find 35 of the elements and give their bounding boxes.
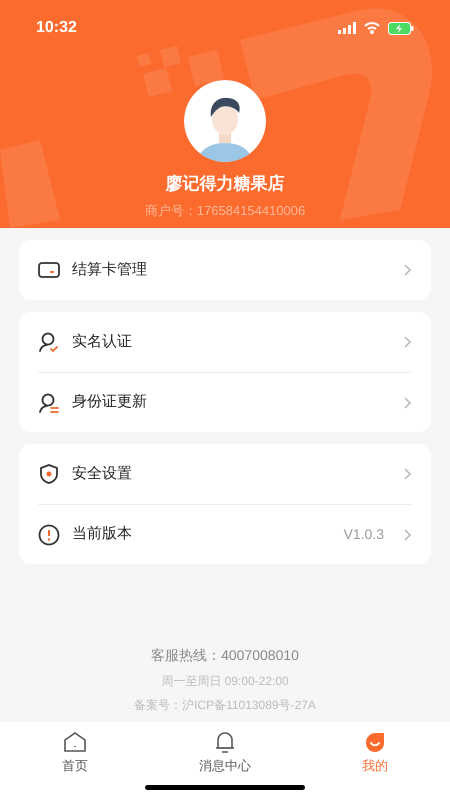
menu-item[interactable]: 结算卡管理: [38, 240, 412, 300]
status-time: 10:32: [36, 18, 77, 38]
card-icon: [38, 261, 60, 279]
smile-blob-icon: [363, 731, 387, 753]
chevron-right-icon: [404, 468, 412, 480]
menu-item[interactable]: 安全设置: [38, 444, 412, 504]
tab[interactable]: 消息中心: [150, 730, 300, 776]
menu-label: 安全设置: [72, 464, 133, 484]
signal-icon: [338, 22, 356, 34]
menu-label: 当前版本: [72, 524, 133, 544]
bell-icon: [214, 730, 236, 754]
hours-text: 周一至周日 09:00-22:00: [161, 673, 289, 690]
user-check-icon: [38, 331, 60, 353]
menu-item[interactable]: 实名认证: [38, 312, 412, 372]
shield-icon: [38, 463, 60, 485]
merchant-id: 商户号：176584154410006: [144, 202, 306, 220]
exclamation-icon: [38, 524, 60, 546]
menu-item[interactable]: 当前版本 V1.0.3: [38, 504, 412, 564]
wifi-icon: [364, 22, 380, 34]
version-value: V1.0.3: [344, 525, 384, 544]
menu-label: 结算卡管理: [72, 260, 148, 280]
home-icon: [63, 731, 87, 753]
hotline-text: 客服热线：4007008010: [151, 646, 299, 665]
chevron-right-icon: [404, 528, 412, 540]
chevron-right-icon: [404, 336, 412, 348]
chevron-right-icon: [404, 264, 412, 276]
menu-label: 实名认证: [72, 332, 133, 352]
tab[interactable]: 首页: [0, 730, 150, 776]
user-swap-icon: [38, 392, 60, 414]
icp-text: 备案号：沪ICP备11013089号-27A: [134, 697, 316, 714]
menu-label: 身份证更新: [72, 392, 148, 412]
menu-item[interactable]: 身份证更新: [38, 372, 412, 432]
store-name: 廖记得力糖果店: [166, 173, 284, 195]
battery-charging-icon: [388, 22, 414, 34]
chevron-right-icon: [404, 396, 412, 408]
